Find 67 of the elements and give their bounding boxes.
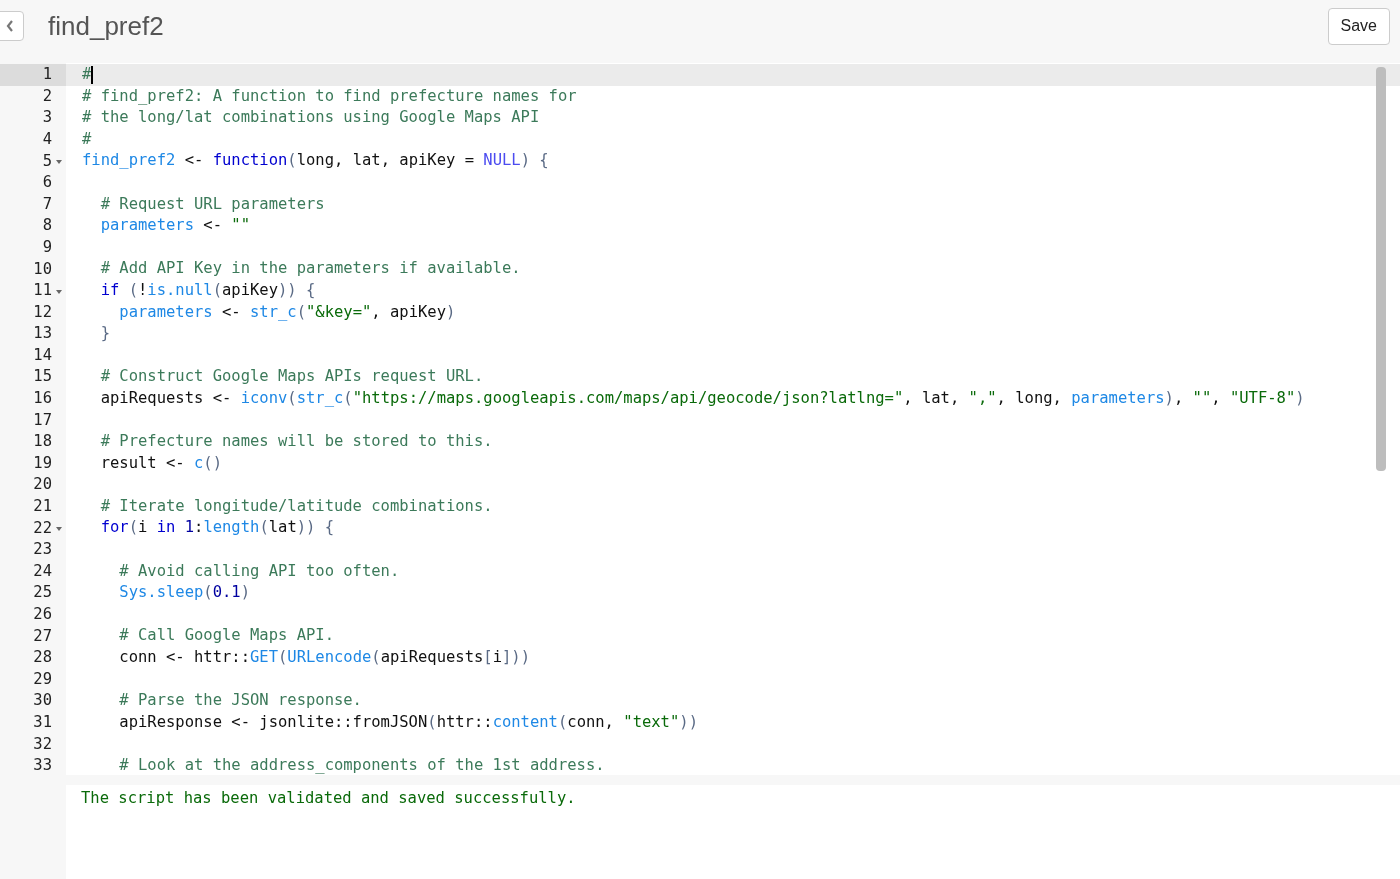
code-line: conn <- httr::GET(URLencode(apiRequests[i])) — [118, 647, 530, 669]
code-line: parameters <- "" — [99, 215, 250, 237]
code-line: find_pref2 <- function(long, lat, apiKey = NULL) { — [82, 150, 549, 172]
code-line: # Look at the address_components of the 1st address. — [118, 755, 605, 776]
code-line: # Avoid calling API too often. — [118, 560, 400, 582]
line-number: 25 — [33, 582, 52, 604]
line-number: 4 — [42, 128, 52, 150]
line-number: 16 — [33, 388, 52, 410]
line-number: 8 — [42, 215, 52, 237]
fold-caret-icon[interactable] — [56, 160, 62, 165]
code-line: # Call Google Maps API. — [118, 625, 334, 647]
scrollbar[interactable] — [1376, 67, 1386, 471]
line-number: 14 — [33, 344, 52, 366]
code-line: # Iterate longitude/latitude combinations. — [99, 495, 493, 517]
line-number: 1 — [42, 64, 52, 86]
line-number: 2 — [42, 85, 52, 107]
line-number: 26 — [33, 604, 52, 625]
line-number: 22 — [33, 517, 52, 539]
code-line: # — [82, 64, 92, 85]
line-number: 27 — [33, 625, 52, 647]
code-line: # Parse the JSON response. — [118, 690, 362, 712]
line-number: 31 — [33, 712, 52, 733]
code-line: # Add API Key in the parameters if available. — [99, 258, 521, 280]
line-number: 6 — [42, 172, 52, 194]
code-line: apiResponse <- jsonlite::fromJSON(httr::content(conn, "text")) — [118, 711, 698, 733]
line-number: 15 — [33, 366, 52, 388]
line-number: 21 — [33, 496, 52, 518]
line-number: 20 — [33, 474, 52, 496]
line-number: 33 — [33, 755, 52, 777]
code-line: } — [99, 323, 110, 345]
line-number: 32 — [33, 733, 52, 755]
code-line: parameters <- str_c("&key=", apiKey) — [118, 301, 456, 323]
save-button[interactable]: Save — [1327, 7, 1390, 45]
status-message: The script has been validated and saved successfully. — [81, 789, 576, 807]
line-number: 9 — [42, 236, 52, 258]
line-number: 5 — [42, 150, 52, 172]
code-line: # — [82, 128, 92, 150]
code-line: for(i in 1:length(lat)) { — [99, 517, 335, 539]
line-number: 28 — [33, 647, 52, 669]
line-number: 19 — [33, 452, 52, 474]
chevron-left-icon — [6, 20, 14, 32]
line-number: 30 — [33, 690, 52, 712]
back-button[interactable] — [0, 11, 24, 41]
fold-caret-icon[interactable] — [56, 289, 62, 294]
line-number: 11 — [33, 280, 52, 302]
code-line: # the long/lat combinations using Google Maps API — [82, 107, 540, 129]
code-line: Sys.sleep(0.1) — [118, 582, 250, 604]
line-number: 7 — [42, 193, 52, 215]
line-number: 23 — [33, 539, 52, 561]
line-number: 18 — [33, 431, 52, 453]
text-cursor — [91, 65, 94, 84]
code-line: # find_pref2: A function to find prefecture names for — [82, 85, 577, 107]
line-number: 29 — [33, 668, 52, 690]
code-line: # Construct Google Maps APIs request URL. — [99, 366, 484, 388]
code-line: if (!is.null(apiKey)) { — [99, 279, 316, 301]
line-number: 13 — [33, 323, 52, 345]
line-number: 3 — [42, 107, 52, 129]
code-line: result <- c() — [99, 452, 222, 474]
line-number: 17 — [33, 409, 52, 431]
line-number: 24 — [33, 560, 52, 582]
script-title: find_pref2 — [48, 9, 164, 43]
line-number: 12 — [33, 301, 52, 323]
line-number: 10 — [33, 258, 52, 280]
code-line: # Request URL parameters — [99, 193, 325, 215]
code-line: # Prefecture names will be stored to this. — [99, 431, 493, 453]
fold-caret-icon[interactable] — [56, 527, 62, 532]
code-line: apiRequests <- iconv(str_c("https://maps.googleapis.com/maps/api/geocode/json?latlng=", lat, ",", long, parameters), "", "UTF-8") — [99, 387, 1305, 409]
